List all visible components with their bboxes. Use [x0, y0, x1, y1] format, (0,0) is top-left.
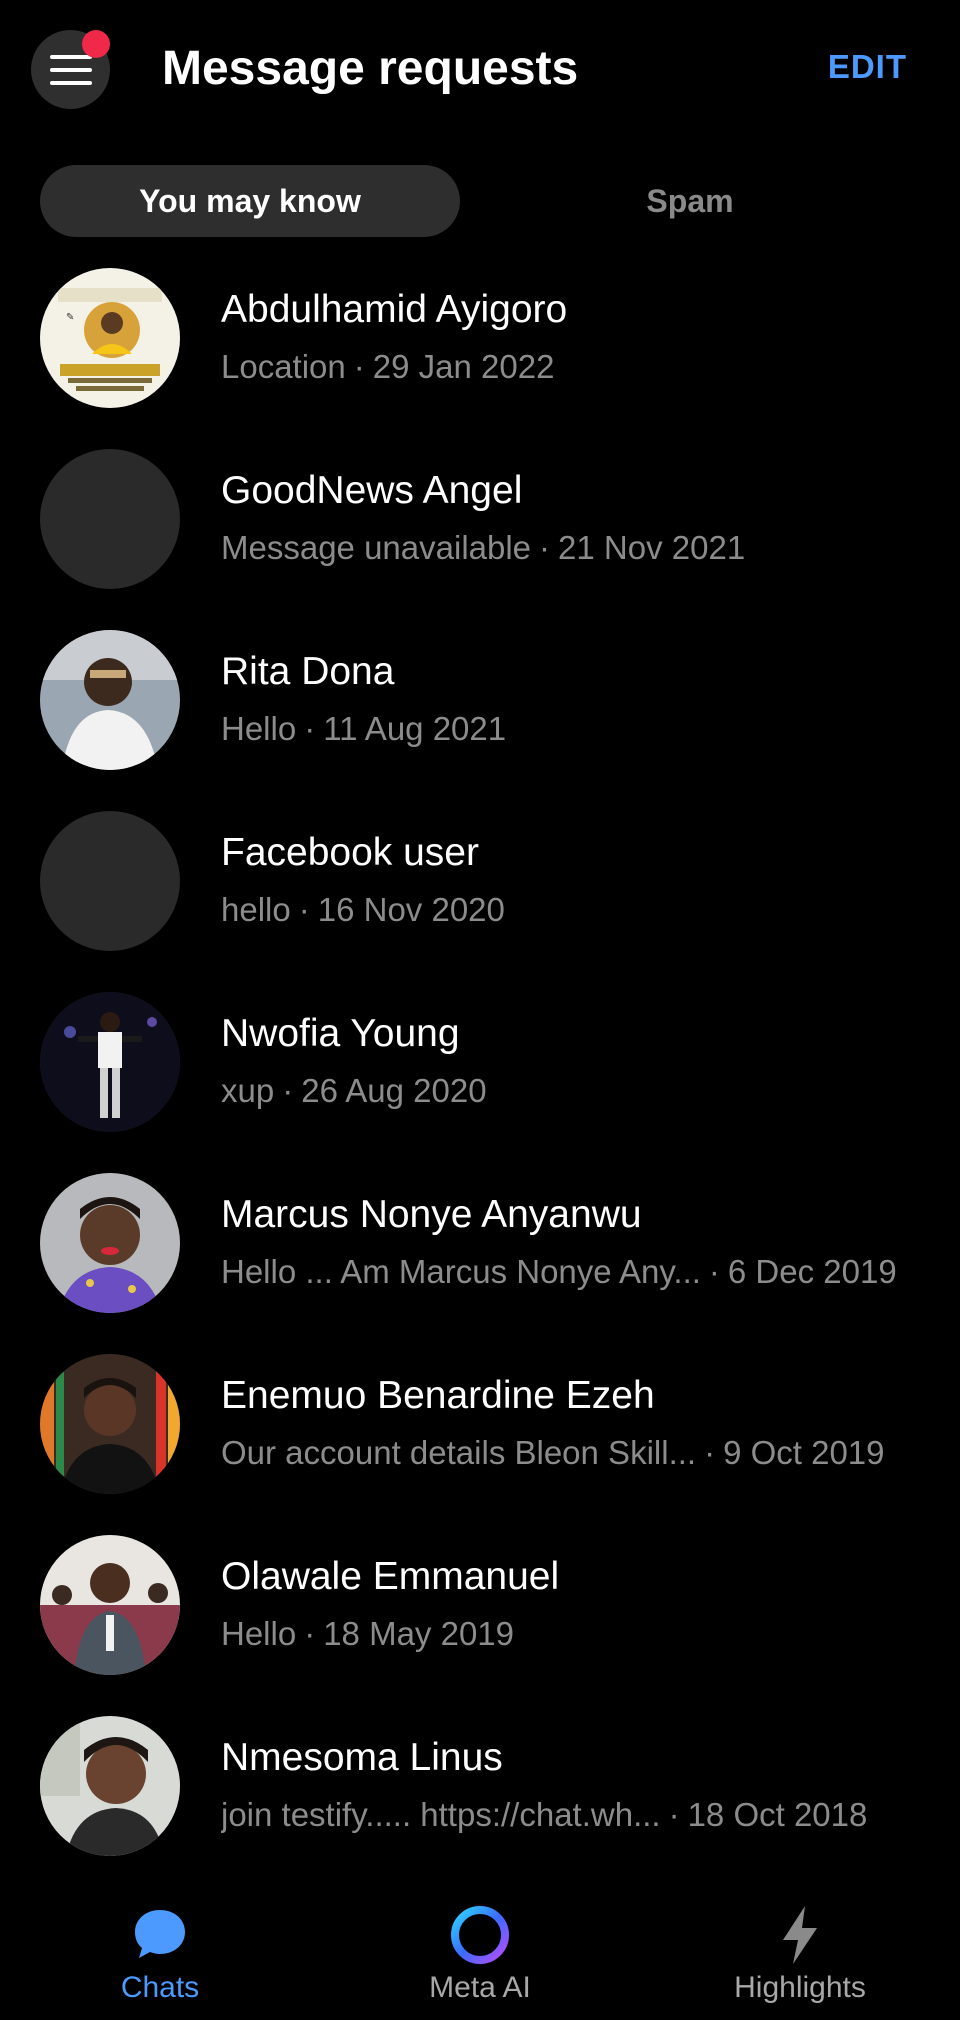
request-date: 18 May 2019 [323, 1615, 515, 1652]
request-date: 9 Oct 2019 [723, 1434, 885, 1471]
avatar-placeholder [40, 449, 180, 589]
request-snippet: hello [221, 891, 291, 928]
chat-bubble-icon [135, 1910, 185, 1958]
request-name: Olawale Emmanuel [221, 1555, 560, 1598]
separator-dot: · [539, 529, 551, 566]
message-request-row[interactable]: Rita Dona Hello · 11 Aug 2021 [0, 618, 960, 799]
separator-dot: · [282, 1072, 294, 1109]
avatar [40, 1716, 180, 1856]
request-preview: hello · 16 Nov 2020 [221, 889, 921, 931]
request-name: Marcus Nonye Anyanwu [221, 1193, 642, 1236]
request-name: Nwofia Young [221, 1012, 460, 1055]
request-date: 16 Nov 2020 [317, 891, 505, 928]
request-preview: Hello ... Am Marcus Nonye Any... · 6 Dec… [221, 1251, 921, 1293]
avatar [40, 630, 180, 770]
request-name: Nmesoma Linus [221, 1736, 503, 1779]
message-request-row[interactable]: Nmesoma Linus join testify..... https://… [0, 1704, 960, 1885]
svg-text:✎: ✎ [66, 312, 74, 323]
nav-meta-ai-label: Meta AI [429, 1971, 531, 2004]
nav-meta-ai[interactable]: Meta AI [360, 1902, 600, 2012]
separator-dot: · [668, 1796, 680, 1833]
separator-dot: · [304, 1615, 316, 1652]
request-name: Facebook user [221, 831, 479, 874]
separator-dot: · [708, 1253, 720, 1290]
request-preview: Location · 29 Jan 2022 [221, 346, 921, 388]
page-title: Message requests [162, 42, 579, 95]
edit-button[interactable]: EDIT [828, 48, 907, 86]
separator-dot: · [304, 710, 316, 747]
message-request-row[interactable]: Nwofia Young xup · 26 Aug 2020 [0, 980, 960, 1161]
request-name: Enemuo Benardine Ezeh [221, 1374, 655, 1417]
bottom-navigation: Chats Meta AI Highlights [0, 1880, 960, 2020]
request-date: 18 Oct 2018 [687, 1796, 868, 1833]
header-bar: Message requests EDIT [0, 0, 960, 140]
separator-dot: · [353, 348, 365, 385]
avatar [40, 1354, 180, 1494]
request-date: 29 Jan 2022 [372, 348, 555, 385]
request-preview: join testify..... https://chat.wh... · 1… [221, 1794, 921, 1836]
meta-ai-ring-icon [451, 1906, 509, 1964]
notification-dot [82, 30, 110, 58]
request-snippet: Message unavailable [221, 529, 532, 566]
message-request-row[interactable]: Olawale Emmanuel Hello · 18 May 2019 [0, 1523, 960, 1704]
request-snippet: join testify..... https://chat.wh... [221, 1796, 661, 1833]
avatar [40, 1173, 180, 1313]
message-request-row[interactable]: GoodNews Angel Message unavailable · 21 … [0, 437, 960, 618]
request-name: Abdulhamid Ayigoro [221, 288, 568, 331]
avatar-placeholder [40, 811, 180, 951]
request-preview: xup · 26 Aug 2020 [221, 1070, 921, 1112]
nav-chats-label: Chats [120, 1971, 200, 2004]
request-preview: Hello · 18 May 2019 [221, 1613, 921, 1655]
request-date: 11 Aug 2021 [323, 710, 507, 747]
avatar [40, 992, 180, 1132]
request-date: 26 Aug 2020 [301, 1072, 487, 1109]
request-snippet: xup [221, 1072, 275, 1109]
nav-highlights-label: Highlights [734, 1971, 866, 2004]
request-snippet: Hello [221, 1615, 297, 1652]
nav-chats[interactable]: Chats [40, 1902, 280, 2012]
message-request-list: ✎ Abdulhamid Ayigoro Location · 29 Jan 2… [0, 256, 960, 1885]
tab-spam[interactable]: Spam [480, 165, 900, 237]
message-request-row[interactable]: Facebook user hello · 16 Nov 2020 [0, 799, 960, 980]
request-tabs: You may know Spam [40, 165, 920, 237]
message-request-row[interactable]: Enemuo Benardine Ezeh Our account detail… [0, 1342, 960, 1523]
tab-you-may-know[interactable]: You may know [40, 165, 460, 237]
request-preview: Hello · 11 Aug 2021 [221, 708, 921, 750]
request-snippet: Hello [221, 710, 297, 747]
request-date: 21 Nov 2021 [558, 529, 746, 566]
avatar [40, 1535, 180, 1675]
message-request-row[interactable]: Marcus Nonye Anyanwu Hello ... Am Marcus… [0, 1161, 960, 1342]
request-date: 6 Dec 2019 [727, 1253, 897, 1290]
hamburger-menu-icon [49, 54, 92, 85]
separator-dot: · [298, 891, 310, 928]
nav-highlights[interactable]: Highlights [680, 1902, 920, 2012]
message-request-row[interactable]: ✎ Abdulhamid Ayigoro Location · 29 Jan 2… [0, 256, 960, 437]
request-preview: Our account details Bleon Skill... · 9 O… [221, 1432, 921, 1474]
request-name: GoodNews Angel [221, 469, 523, 512]
request-name: Rita Dona [221, 650, 395, 693]
request-preview: Message unavailable · 21 Nov 2021 [221, 527, 921, 569]
separator-dot: · [704, 1434, 716, 1471]
avatar: ✎ [40, 268, 180, 408]
request-snippet: Location [221, 348, 346, 385]
request-snippet: Our account details Bleon Skill... [221, 1434, 697, 1471]
lightning-bolt-icon [783, 1906, 817, 1964]
request-snippet: Hello ... Am Marcus Nonye Any... [221, 1253, 701, 1290]
